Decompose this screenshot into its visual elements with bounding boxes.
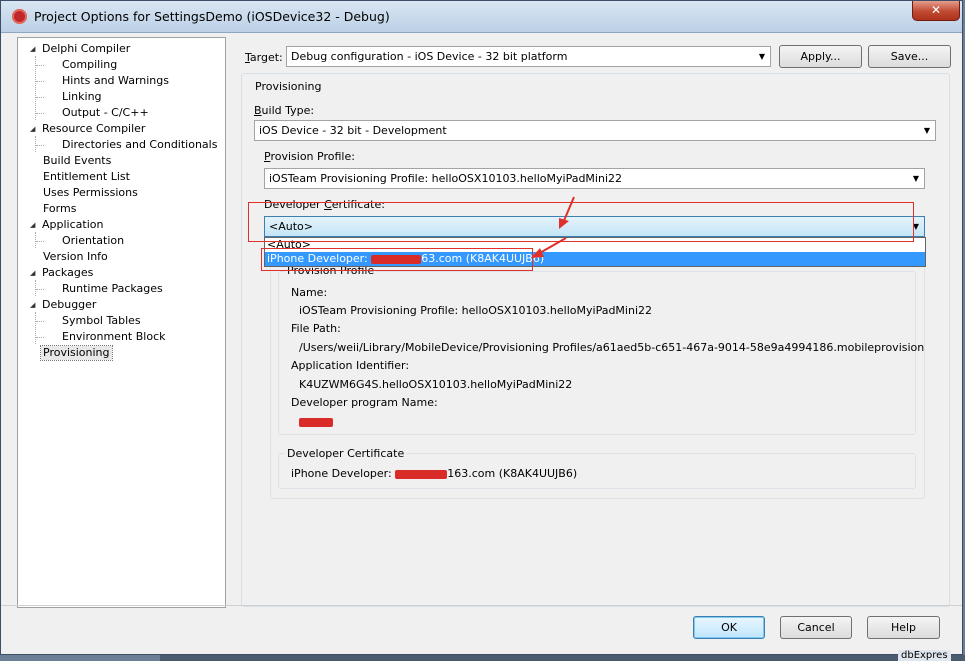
cancel-button[interactable]: Cancel xyxy=(780,616,852,639)
tree-item-directories-and-conditionals[interactable]: Directories and Conditionals xyxy=(62,138,217,152)
provision-profile-value: iOSTeam Provisioning Profile: helloOSX10… xyxy=(269,172,623,185)
annotation-arrows xyxy=(531,196,575,258)
tree-item-build-events[interactable]: Build Events xyxy=(43,154,111,168)
expander-icon[interactable]: ◢ xyxy=(30,42,38,56)
tree-item-debugger[interactable]: ◢ Debugger xyxy=(30,298,96,312)
tree-guide-line xyxy=(36,65,44,66)
tree-item-forms[interactable]: Forms xyxy=(43,202,76,216)
tree-item-application[interactable]: ◢ Application xyxy=(30,218,103,232)
dropdown-arrow-icon[interactable]: ▼ xyxy=(919,121,935,140)
tree-guide-line xyxy=(36,113,44,114)
tree-guide-line xyxy=(36,241,44,242)
tree-item-version-info[interactable]: Version Info xyxy=(43,250,108,264)
title-bar[interactable]: Project Options for SettingsDemo (iOSDev… xyxy=(1,1,962,33)
tree-item-output-cpp[interactable]: Output - C/C++ xyxy=(62,106,149,120)
tree-item-compiling[interactable]: Compiling xyxy=(62,58,117,72)
ok-button[interactable]: OK xyxy=(693,616,765,639)
provision-profile-label: Provision Profile: xyxy=(264,150,355,163)
window-title: Project Options for SettingsDemo (iOSDev… xyxy=(34,9,390,24)
apply-button[interactable]: Apply... xyxy=(779,45,862,68)
tree-item-environment-block[interactable]: Environment Block xyxy=(62,330,166,344)
tree-item-orientation[interactable]: Orientation xyxy=(62,234,124,248)
dropdown-arrow-icon[interactable]: ▼ xyxy=(908,169,924,188)
tree-item-provisioning[interactable]: Provisioning xyxy=(40,345,113,361)
annotation-arrowhead xyxy=(531,248,544,258)
delphi-app-icon xyxy=(12,9,27,24)
close-button[interactable]: ✕ xyxy=(912,1,960,21)
tree-guide-line xyxy=(36,97,44,98)
app-identifier-value: K4UZWM6G4S.helloOSX10103.helloMyiPadMini… xyxy=(299,378,573,391)
tree-guide-line xyxy=(35,136,36,152)
annotation-arrow-line xyxy=(537,237,567,255)
tree-guide-line xyxy=(36,145,44,146)
target-combo[interactable]: Debug configuration - iOS Device - 32 bi… xyxy=(286,46,771,67)
tree-item-symbol-tables[interactable]: Symbol Tables xyxy=(62,314,141,328)
tree-item-uses-permissions[interactable]: Uses Permissions xyxy=(43,186,138,200)
footer-separator xyxy=(1,605,962,606)
expander-icon[interactable]: ◢ xyxy=(30,266,38,280)
project-options-dialog: Project Options for SettingsDemo (iOSDev… xyxy=(0,0,963,655)
build-type-value: iOS Device - 32 bit - Development xyxy=(259,124,447,137)
redaction-mark xyxy=(395,469,448,479)
tree-item-hints-and-warnings[interactable]: Hints and Warnings xyxy=(62,74,169,88)
expander-icon[interactable]: ◢ xyxy=(30,122,38,136)
provision-profile-combo[interactable]: iOSTeam Provisioning Profile: helloOSX10… xyxy=(264,168,925,189)
tree-guide-line xyxy=(35,312,36,344)
tree-item-packages[interactable]: ◢ Packages xyxy=(30,266,93,280)
tree-guide-line xyxy=(36,321,44,322)
tree-guide-line xyxy=(35,280,36,296)
certificate-value: iPhone Developer: 163.com (K8AK4UUJB6) xyxy=(291,467,578,480)
tree-item-entitlement-list[interactable]: Entitlement List xyxy=(43,170,130,184)
developer-program-value xyxy=(299,415,333,428)
profile-name-label: Name: xyxy=(291,286,328,299)
tree-guide-line xyxy=(36,81,44,82)
build-type-label: Build Type: xyxy=(254,104,315,117)
tree-guide-line xyxy=(36,337,44,338)
app-identifier-label: Application Identifier: xyxy=(291,359,410,372)
background-taskbar-strip xyxy=(160,655,965,661)
help-button[interactable]: Help xyxy=(867,616,940,639)
expander-icon[interactable]: ◢ xyxy=(30,218,38,232)
developer-program-label: Developer program Name: xyxy=(291,396,438,409)
tree-guide-line xyxy=(35,232,36,248)
tree-item-runtime-packages[interactable]: Runtime Packages xyxy=(62,282,163,296)
options-tree[interactable]: ◢ Delphi Compiler Compiling Hints and War… xyxy=(17,37,226,608)
tree-guide-line xyxy=(36,289,44,290)
tree-item-delphi-compiler[interactable]: ◢ Delphi Compiler xyxy=(30,42,130,56)
tree-item-resource-compiler[interactable]: ◢ Resource Compiler xyxy=(30,122,145,136)
file-path-label: File Path: xyxy=(291,322,341,335)
developer-certificate-group-label: Developer Certificate xyxy=(285,447,407,460)
tree-item-linking[interactable]: Linking xyxy=(62,90,102,104)
file-path-value: /Users/weii/Library/MobileDevice/Provisi… xyxy=(299,341,925,354)
annotation-arrow-line xyxy=(562,196,575,224)
expander-icon[interactable]: ◢ xyxy=(30,298,38,312)
provisioning-group-label: Provisioning xyxy=(253,80,324,93)
save-button[interactable]: Save... xyxy=(868,45,951,68)
build-type-combo[interactable]: iOS Device - 32 bit - Development ▼ xyxy=(254,120,936,141)
background-window-text: dbExpres xyxy=(898,650,951,661)
redaction-mark xyxy=(299,417,333,427)
annotation-arrowhead xyxy=(559,218,569,229)
profile-name-value: iOSTeam Provisioning Profile: helloOSX10… xyxy=(299,304,653,317)
target-value: Debug configuration - iOS Device - 32 bi… xyxy=(291,50,568,63)
target-label: Target: xyxy=(245,51,283,64)
annotation-box xyxy=(261,248,533,271)
dropdown-arrow-icon[interactable]: ▼ xyxy=(754,47,770,66)
